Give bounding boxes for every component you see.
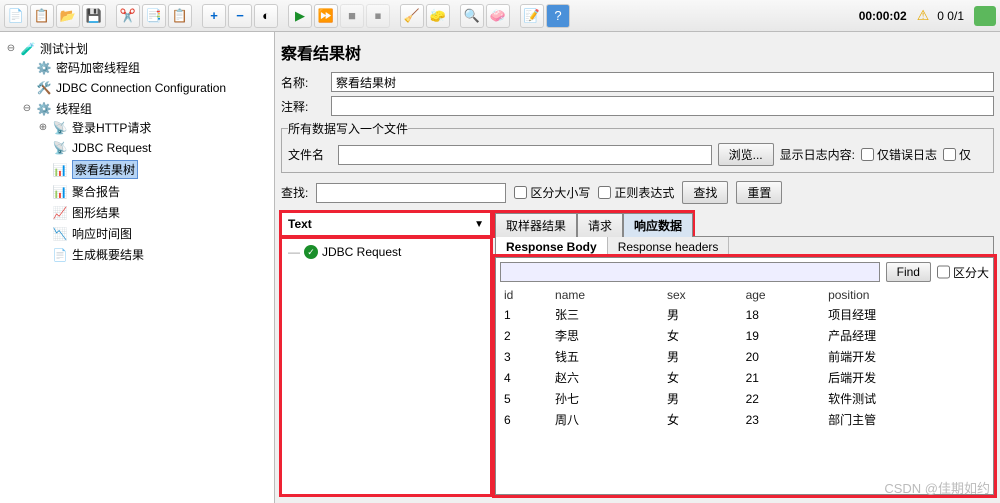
find-field[interactable] [500, 262, 880, 282]
tree-root[interactable]: 测试计划 [40, 40, 88, 57]
warning-icon[interactable]: ⚠ [915, 7, 932, 24]
chevron-down-icon: ▼ [474, 219, 484, 230]
find-case-checkbox[interactable]: 区分大 [937, 262, 989, 282]
tree-item[interactable]: 生成概要结果 [72, 246, 144, 263]
table-header: sex [663, 286, 742, 304]
reset-button[interactable]: 重置 [736, 181, 782, 204]
tree-item[interactable]: 图形结果 [72, 204, 120, 221]
table-row: 1张三男18项目经理 [500, 304, 989, 325]
table-header: name [551, 286, 663, 304]
tree-item-selected[interactable]: 察看结果树 [72, 160, 138, 179]
tab-response-data[interactable]: 响应数据 [623, 213, 693, 237]
table-row: 2李思女19产品经理 [500, 325, 989, 346]
find-button[interactable]: Find [886, 262, 931, 282]
status-indicator [974, 6, 996, 26]
start-button[interactable]: ▶ [288, 4, 312, 28]
search-field[interactable] [316, 183, 506, 203]
reset-search-button[interactable]: 🧼 [486, 4, 510, 28]
case-sensitive-checkbox[interactable]: 区分大小写 [514, 184, 590, 201]
table-header: position [824, 286, 989, 304]
regex-checkbox[interactable]: 正则表达式 [598, 184, 674, 201]
watermark: CSDN @佳期如约 [884, 478, 990, 497]
tree-item[interactable]: 密码加密线程组 [56, 59, 140, 76]
show-log-label: 显示日志内容: [780, 146, 855, 163]
comment-label: 注释: [281, 98, 325, 115]
listener-icon: 📊 [52, 184, 68, 200]
toggle-button[interactable]: ◐ [254, 4, 278, 28]
name-field[interactable] [331, 72, 994, 92]
browse-button[interactable]: 浏览... [718, 143, 774, 166]
tab-request[interactable]: 请求 [577, 213, 623, 237]
tree-item[interactable]: JDBC Connection Configuration [56, 81, 226, 95]
render-selector[interactable]: Text ▼ [281, 212, 491, 236]
elapsed-time: 00:00:02 [859, 9, 913, 23]
cut-button[interactable]: ✂️ [116, 4, 140, 28]
gear-icon: ⚙️ [36, 101, 52, 117]
search-button[interactable]: 查找 [682, 181, 728, 204]
name-label: 名称: [281, 74, 325, 91]
listener-icon: 📉 [52, 226, 68, 242]
help-button[interactable]: ? [546, 4, 570, 28]
listener-icon: 📄 [52, 247, 68, 263]
save-button[interactable]: 💾 [82, 4, 106, 28]
new-button[interactable]: 📄 [4, 4, 28, 28]
sampler-result-item[interactable]: — ✓ JDBC Request [286, 243, 486, 261]
tab-sampler-result[interactable]: 取样器结果 [495, 213, 577, 237]
stop-button[interactable]: ■ [340, 4, 364, 28]
file-legend: 所有数据写入一个文件 [288, 120, 408, 137]
listener-icon: 📊 [52, 162, 68, 178]
success-icon: ✓ [304, 245, 318, 259]
tree-item[interactable]: 线程组 [56, 100, 92, 117]
thread-counter: 0 0/1 [933, 9, 968, 23]
start-no-pause-button[interactable]: ⏩ [314, 4, 338, 28]
subtab-response-headers[interactable]: Response headers [608, 237, 730, 257]
tree-item[interactable]: JDBC Request [72, 141, 151, 155]
table-row: 3钱五男20前端开发 [500, 346, 989, 367]
response-body-panel: Find 区分大 idnamesexageposition 1张三男18项目经理… [495, 257, 994, 495]
result-tabs: 取样器结果 请求 响应数据 [495, 212, 693, 236]
clear-button[interactable]: 🧹 [400, 4, 424, 28]
panel-title: 察看结果树 [281, 40, 994, 64]
sampler-icon: 📡 [52, 140, 68, 156]
comment-field[interactable] [331, 96, 994, 116]
sampler-icon: 📡 [52, 120, 68, 136]
collapse-button[interactable]: − [228, 4, 252, 28]
table-row: 4赵六女21后端开发 [500, 367, 989, 388]
testplan-icon: 🧪 [20, 41, 36, 57]
search-button[interactable]: 🔍 [460, 4, 484, 28]
search-label: 查找: [281, 184, 308, 201]
test-plan-tree[interactable]: ⊖🧪测试计划 ⚙️密码加密线程组 🛠️JDBC Connection Confi… [0, 32, 275, 503]
success-only-checkbox[interactable]: 仅 [943, 146, 987, 163]
copy-button[interactable]: 📑 [142, 4, 166, 28]
listener-icon: 📈 [52, 205, 68, 221]
clear-all-button[interactable]: 🧽 [426, 4, 450, 28]
tree-item[interactable]: 响应时间图 [72, 225, 132, 242]
table-header: id [500, 286, 551, 304]
filename-field[interactable] [338, 145, 712, 165]
table-row: 6周八女23部门主管 [500, 409, 989, 430]
tree-item[interactable]: 聚合报告 [72, 183, 120, 200]
subtab-response-body[interactable]: Response Body [496, 237, 608, 257]
error-only-checkbox[interactable]: 仅错误日志 [861, 146, 937, 163]
response-data-table: idnamesexageposition 1张三男18项目经理2李思女19产品经… [500, 286, 989, 490]
expand-button[interactable]: + [202, 4, 226, 28]
function-helper-button[interactable]: 📝 [520, 4, 544, 28]
tree-item[interactable]: 登录HTTP请求 [72, 119, 151, 136]
table-header: age [742, 286, 825, 304]
filename-label: 文件名 [288, 146, 332, 163]
paste-button[interactable]: 📋 [168, 4, 192, 28]
templates-button[interactable]: 📋 [30, 4, 54, 28]
main-toolbar: 📄 📋 📂 💾 ✂️ 📑 📋 + − ◐ ▶ ⏩ ■ ⏹ 🧹 🧽 🔍 🧼 📝 ?… [0, 0, 1000, 32]
config-icon: 🛠️ [36, 80, 52, 96]
file-output-fieldset: 所有数据写入一个文件 文件名 浏览... 显示日志内容: 仅错误日志 仅 [281, 120, 994, 173]
open-button[interactable]: 📂 [56, 4, 80, 28]
sampler-result-tree[interactable]: — ✓ JDBC Request [281, 238, 491, 495]
table-row: 5孙七男22软件测试 [500, 388, 989, 409]
gear-icon: ⚙️ [36, 60, 52, 76]
response-subtabs: Response Body Response headers [495, 236, 994, 257]
shutdown-button[interactable]: ⏹ [366, 4, 390, 28]
